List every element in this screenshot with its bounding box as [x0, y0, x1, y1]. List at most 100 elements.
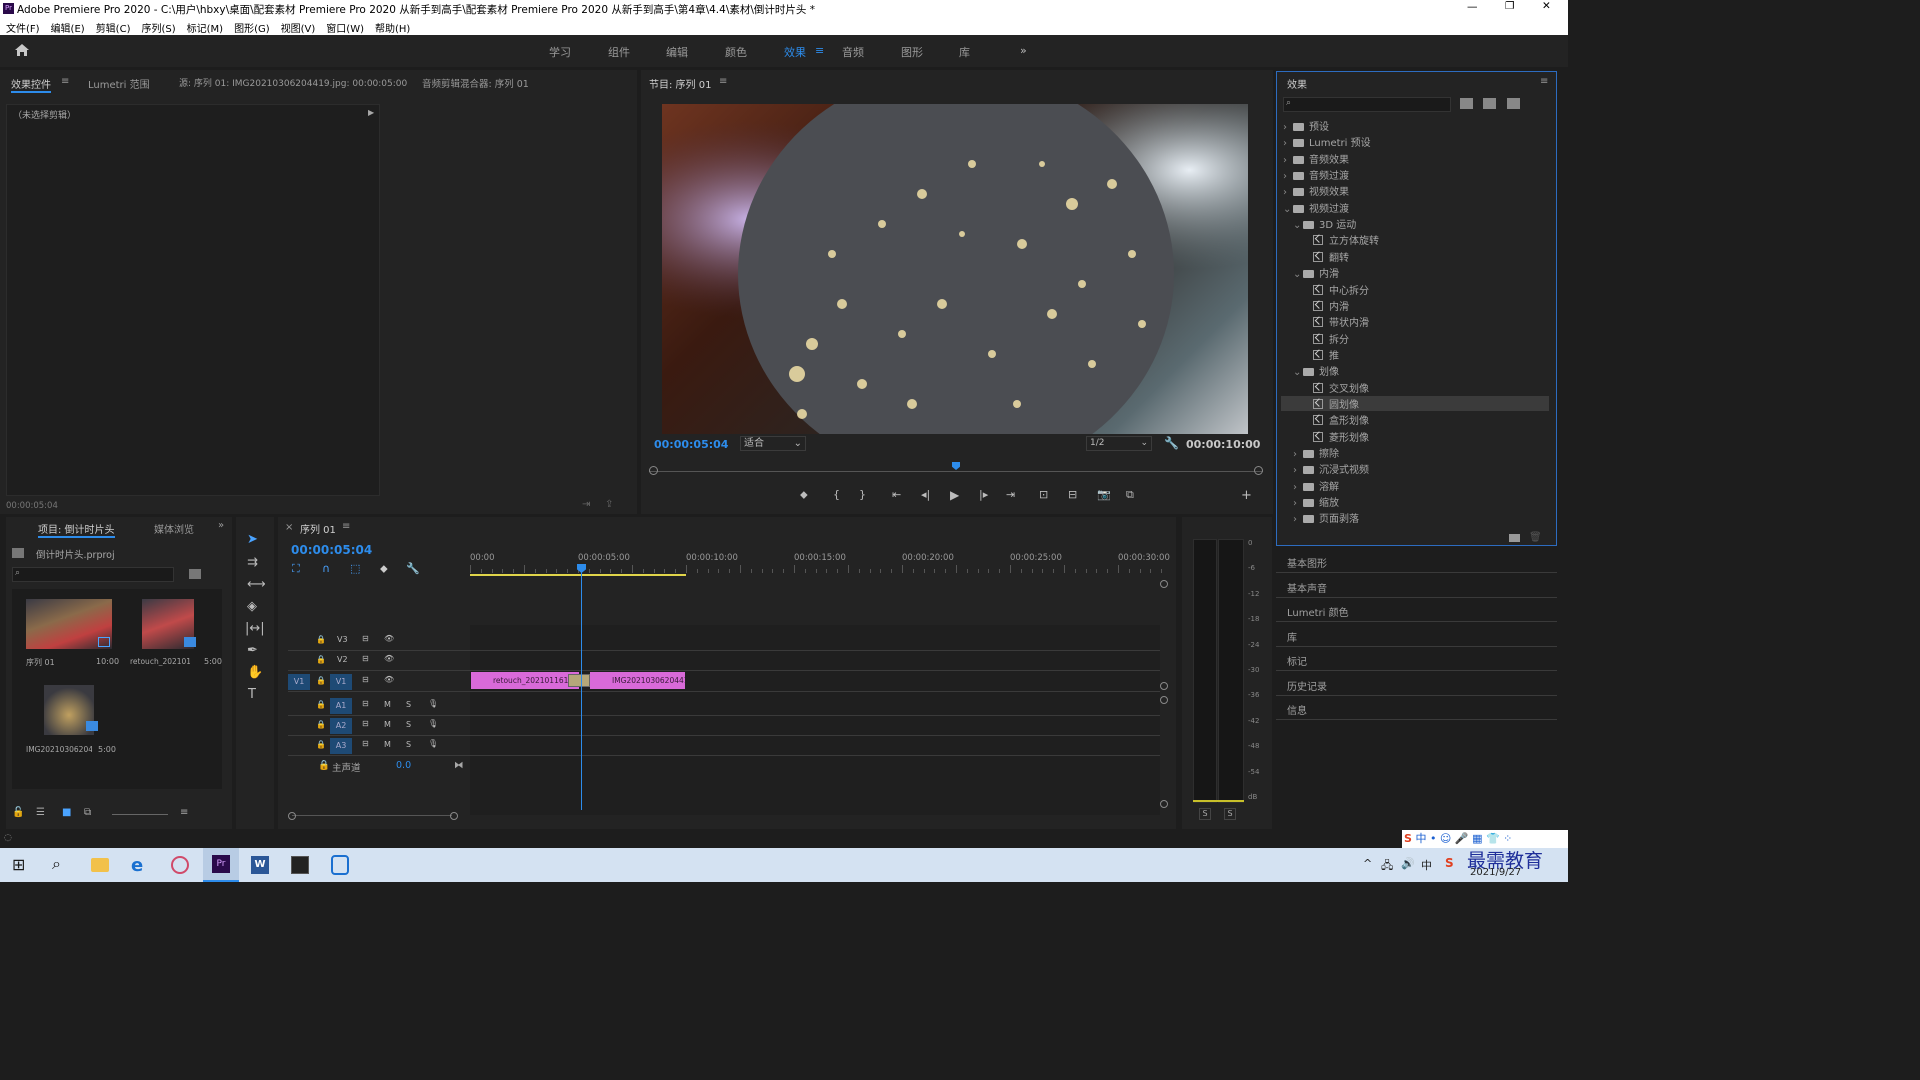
effect-item[interactable]: 盒形划像 [1303, 412, 1369, 427]
mark-in-icon[interactable]: { [833, 488, 840, 501]
effect-folder[interactable]: › 缩放 [1293, 494, 1339, 509]
slip-tool-icon[interactable]: |↔| [245, 621, 265, 636]
snap-icon[interactable]: ∩ [322, 562, 330, 575]
lift-icon[interactable]: ⊡ [1039, 488, 1048, 501]
workspace-tab[interactable]: 音频 [842, 44, 864, 60]
project-search-input[interactable]: ⌕ [12, 567, 174, 582]
zoom-start-handle[interactable] [649, 466, 658, 475]
tab-lumetri-scopes[interactable]: Lumetri 范围 [88, 76, 150, 91]
chevron-right-icon[interactable]: › [1293, 482, 1303, 493]
mark-out-icon[interactable]: } [859, 488, 866, 501]
effect-folder[interactable]: › 擦除 [1293, 445, 1339, 460]
effect-folder[interactable]: › 视频效果 [1283, 183, 1349, 198]
menu-item[interactable]: 序列(S) [141, 20, 175, 35]
wrench-icon[interactable]: 🔧 [1164, 436, 1179, 450]
tab-audio-clip-mixer[interactable]: 音频剪辑混合器: 序列 01 [422, 76, 529, 90]
tab-project[interactable]: 项目: 倒计时片头 [38, 521, 115, 538]
accelerated-effects-icon[interactable] [1460, 98, 1473, 109]
sync-lock-icon[interactable]: ⊟ [362, 675, 369, 684]
chevron-right-icon[interactable]: › [1283, 138, 1293, 149]
razor-tool-icon[interactable]: ◈ [247, 599, 257, 614]
tab-effect-controls[interactable]: 效果控件 [11, 76, 51, 93]
chevron-right-icon[interactable]: › [1283, 122, 1293, 133]
solo-button[interactable]: S [406, 700, 411, 709]
step-forward-icon[interactable]: |▸ [979, 488, 988, 501]
voiceover-icon[interactable]: 🎙 [428, 719, 438, 728]
show-hidden-icons[interactable]: ^ [1363, 857, 1372, 870]
restore-button[interactable]: ❐ [1505, 0, 1514, 12]
minimize-button[interactable]: — [1467, 1, 1478, 13]
voiceover-icon[interactable]: 🎙 [428, 739, 438, 748]
ime-tools-icon[interactable]: • ☺ 🎤 ▦ 👕 ⁘ [1430, 832, 1512, 845]
side-panel-tab[interactable]: 历史记录 [1287, 678, 1327, 693]
effect-item[interactable]: 交叉划像 [1303, 380, 1369, 395]
effect-folder[interactable]: › 预设 [1283, 118, 1329, 133]
close-button[interactable]: ✕ [1542, 0, 1551, 12]
vertical-scroll-handle[interactable] [1160, 682, 1168, 690]
effect-folder[interactable]: ⌄ 内滑 [1293, 265, 1339, 280]
lock-icon[interactable]: 🔓 [12, 807, 24, 818]
chevron-right-icon[interactable]: › [1283, 171, 1293, 182]
program-playhead[interactable] [952, 462, 960, 470]
more-workspaces-icon[interactable]: » [1020, 44, 1027, 57]
ime-icon[interactable]: 中 [1421, 857, 1432, 873]
lock-icon[interactable]: 🔒 [316, 655, 326, 664]
fit-dropdown[interactable]: 适合 ⌄ [740, 436, 806, 451]
menu-item[interactable]: 文件(F) [6, 20, 40, 35]
side-panel-tab[interactable]: 标记 [1287, 653, 1307, 668]
sync-lock-icon[interactable]: ⊟ [362, 719, 369, 728]
type-tool-icon[interactable]: T [248, 687, 256, 702]
effect-item[interactable]: 翻转 [1303, 249, 1349, 264]
tab-media-browser[interactable]: 媒体浏览 [154, 521, 194, 536]
effect-folder[interactable]: ⌄ 视频过渡 [1283, 200, 1349, 215]
play-icon[interactable]: ▶ [950, 488, 959, 502]
sogou-icon[interactable]: S [1445, 856, 1454, 870]
side-panel-tab[interactable]: Lumetri 颜色 [1287, 604, 1349, 619]
32bit-effects-icon[interactable] [1483, 98, 1496, 109]
menu-item[interactable]: 图形(G) [234, 20, 270, 35]
effects-search-input[interactable]: ⌕ [1283, 97, 1451, 112]
lock-icon[interactable]: 🔒 [316, 676, 326, 685]
side-panel-tab[interactable]: 基本声音 [1287, 580, 1327, 595]
effect-folder[interactable]: › 沉浸式视频 [1293, 461, 1369, 476]
workspace-tab[interactable]: 效果 [784, 44, 806, 60]
expand-arrow-icon[interactable]: ▶ [368, 108, 374, 117]
windows-start-icon[interactable]: ⊞ [12, 855, 25, 874]
lock-icon[interactable]: 🔒 [316, 720, 326, 729]
lock-icon[interactable]: 🔒 [316, 635, 326, 644]
side-panel-tab[interactable]: 基本图形 [1287, 555, 1327, 570]
menu-item[interactable]: 帮助(H) [375, 20, 410, 35]
app-icon[interactable] [171, 856, 189, 874]
search-icon[interactable]: ⌕ [52, 854, 61, 874]
transition-iris-round[interactable] [568, 674, 590, 687]
mute-button[interactable]: M [384, 700, 391, 709]
effect-folder[interactable]: ⌄ 3D 运动 [1293, 216, 1356, 231]
program-time-ruler[interactable] [649, 462, 1263, 476]
go-to-in-icon[interactable]: ⇤ [892, 488, 901, 501]
chevron-down-icon[interactable]: ⌄ [1293, 220, 1303, 231]
effect-folder[interactable]: › Lumetri 预设 [1283, 134, 1371, 149]
eye-icon[interactable]: 👁 [384, 634, 394, 643]
track-select-tool-icon[interactable]: ⇉ [247, 555, 258, 570]
clip-img[interactable]: IMG20210306204419 [590, 672, 685, 689]
menu-item[interactable]: 剪辑(C) [96, 20, 131, 35]
button-editor-icon[interactable]: + [1241, 488, 1252, 503]
photos-icon[interactable] [291, 856, 309, 874]
project-item[interactable]: IMG20210306204... 5:00 [18, 681, 116, 759]
panel-menu-icon[interactable]: ≡ [61, 76, 69, 87]
effect-folder[interactable]: › 页面剥落 [1293, 510, 1359, 525]
effect-folder[interactable]: › 音频效果 [1283, 151, 1349, 166]
vertical-scroll-handle[interactable] [1160, 696, 1168, 704]
side-panel-tab[interactable]: 信息 [1287, 702, 1307, 717]
horizontal-scrollbar[interactable] [288, 812, 458, 820]
effect-folder[interactable]: › 溶解 [1293, 478, 1339, 493]
go-to-out-icon[interactable]: ⇥ [1006, 488, 1015, 501]
pen-tool-icon[interactable]: ✒ [247, 643, 258, 658]
chevron-right-icon[interactable]: › [1293, 514, 1303, 525]
workspace-tab[interactable]: 组件 [608, 44, 630, 60]
home-icon[interactable] [14, 43, 30, 57]
sync-lock-icon[interactable]: ⊟ [362, 634, 369, 643]
effect-item[interactable]: 圆划像 [1281, 395, 1549, 411]
selection-tool-icon[interactable]: ➤ [247, 532, 258, 547]
timeline-playhead[interactable] [581, 565, 582, 810]
